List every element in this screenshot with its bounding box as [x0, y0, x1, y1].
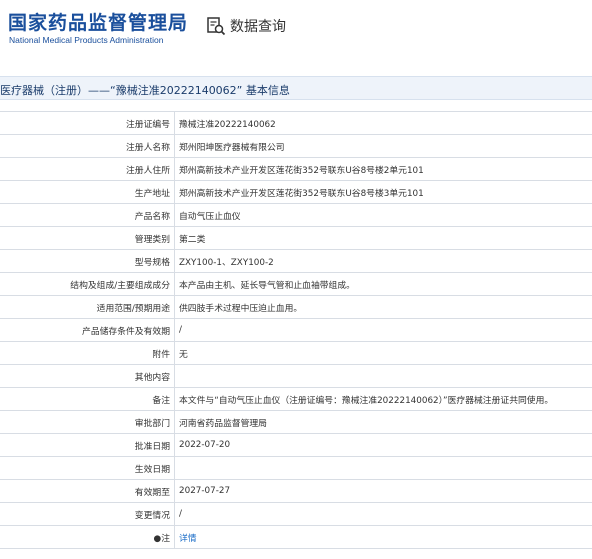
- field-label: 产品储存条件及有效期: [0, 318, 175, 342]
- table-row: 附件无: [0, 341, 592, 365]
- table-row: 产品名称 自动气压止血仪: [0, 203, 592, 227]
- field-label: 注册证编号: [0, 111, 175, 135]
- field-value: 本产品由主机、延长导气管和止血袖带组成。: [174, 272, 592, 296]
- record-title: 医疗器械（注册）——“豫械注准20222140062” 基本信息: [0, 84, 290, 97]
- table-row: 注册人住所 郑州高新技术产业开发区莲花街352号联东U谷8号楼2单元101: [0, 157, 592, 181]
- field-label: 结构及组成/主要组成成分: [0, 272, 175, 296]
- field-label: 管理类别: [0, 226, 175, 250]
- field-label: 产品名称: [0, 203, 175, 227]
- agency-logo-english[interactable]: National Medical Products Administration: [9, 35, 164, 45]
- field-label: ●注: [0, 525, 175, 549]
- field-label: 注册人名称: [0, 134, 175, 158]
- field-label: 其他内容: [0, 364, 175, 388]
- registration-info-table: 注册证编号 豫械注准20222140062 注册人名称 郑州阳坤医疗器械有限公司 注册人…: [0, 111, 592, 549]
- field-value: 郑州高新技术产业开发区莲花街352号联东U谷8号楼3单元101: [174, 180, 592, 204]
- field-value: 第二类: [174, 226, 592, 250]
- field-value: 郑州阳坤医疗器械有限公司: [174, 134, 592, 158]
- field-value: [174, 364, 592, 388]
- field-label: 生效日期: [0, 456, 175, 480]
- field-value: 2022-07-20: [174, 433, 592, 457]
- field-label: 生产地址: [0, 180, 175, 204]
- field-label: 审批部门: [0, 410, 175, 434]
- table-row: 产品储存条件及有效期 /: [0, 318, 592, 342]
- field-label: 适用范围/预期用途: [0, 295, 175, 319]
- table-row: 审批部门 河南省药品监督管理局: [0, 410, 592, 434]
- table-row: 注册人名称 郑州阳坤医疗器械有限公司: [0, 134, 592, 158]
- field-value: 自动气压止血仪: [174, 203, 592, 227]
- field-value: ZXY100-1、ZXY100-2: [174, 249, 592, 273]
- field-label: 型号规格: [0, 249, 175, 273]
- field-value: 2027-07-27: [174, 479, 592, 503]
- site-header: 国家药品监督管理局 National Medical Products Admi…: [0, 0, 592, 62]
- field-value: [174, 456, 592, 480]
- table-row: 批准日期 2022-07-20: [0, 433, 592, 457]
- table-row: 管理类别 第二类: [0, 226, 592, 250]
- table-row: 结构及组成/主要组成成分 本产品由主机、延长导气管和止血袖带组成。: [0, 272, 592, 296]
- field-label: 变更情况: [0, 502, 175, 526]
- table-row: 有效期至 2027-07-27: [0, 479, 592, 503]
- table-row: ●注 详情: [0, 525, 592, 549]
- field-value: 河南省药品监督管理局: [174, 410, 592, 434]
- field-value: 供四肢手术过程中压迫止血用。: [174, 295, 592, 319]
- field-value: 本文件与“自动气压止血仪（注册证编号：豫械注准20222140062）”医疗器械…: [174, 387, 592, 411]
- table-row: 型号规格 ZXY100-1、ZXY100-2: [0, 249, 592, 273]
- field-label: 批准日期: [0, 433, 175, 457]
- details-link[interactable]: 详情: [174, 525, 592, 549]
- magnifier-document-icon: [206, 16, 226, 36]
- table-row: 适用范围/预期用途 供四肢手术过程中压迫止血用。: [0, 295, 592, 319]
- field-value: 豫械注准20222140062: [174, 111, 592, 135]
- table-row: 注册证编号 豫械注准20222140062: [0, 111, 592, 135]
- field-label: 附件: [0, 341, 175, 365]
- field-value: 无: [174, 341, 592, 365]
- table-row: 其他内容: [0, 364, 592, 388]
- table-row: 变更情况 /: [0, 502, 592, 526]
- field-label: 有效期至: [0, 479, 175, 503]
- field-label: 备注: [0, 387, 175, 411]
- table-row: 生效日期: [0, 456, 592, 480]
- data-query-link[interactable]: 数据查询: [206, 16, 286, 36]
- agency-logo-chinese[interactable]: 国家药品监督管理局: [8, 8, 188, 35]
- record-title-bar: 医疗器械（注册）——“豫械注准20222140062” 基本信息: [0, 76, 592, 100]
- table-row: 生产地址 郑州高新技术产业开发区莲花街352号联东U谷8号楼3单元101: [0, 180, 592, 204]
- field-value: /: [174, 502, 592, 526]
- data-query-label: 数据查询: [230, 19, 286, 35]
- field-value: 郑州高新技术产业开发区莲花街352号联东U谷8号楼2单元101: [174, 157, 592, 181]
- field-label: 注册人住所: [0, 157, 175, 181]
- field-value: /: [174, 318, 592, 342]
- table-row: 备注 本文件与“自动气压止血仪（注册证编号：豫械注准20222140062）”医疗…: [0, 387, 592, 411]
